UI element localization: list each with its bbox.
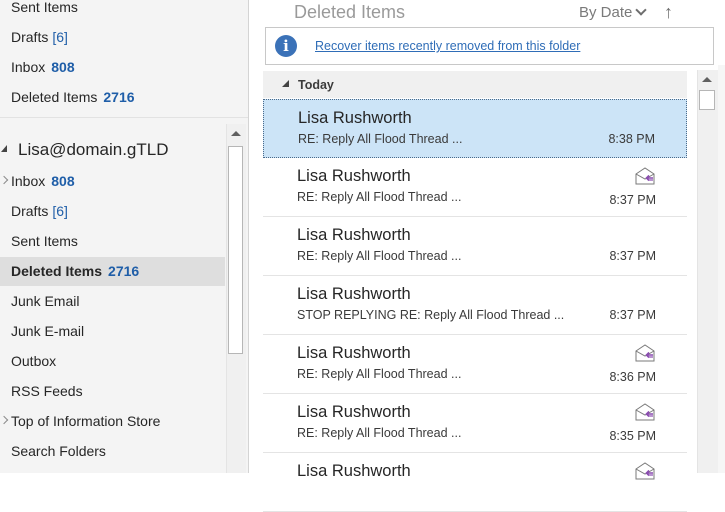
folder-pane: Lisa@domain.gTLD Sent ItemsDrafts6Inbox8… bbox=[0, 0, 248, 473]
message-subject: RE: Reply All Flood Thread ... bbox=[297, 426, 462, 440]
folder-label: Drafts bbox=[11, 29, 49, 45]
scroll-up-arrow-icon[interactable] bbox=[226, 124, 245, 144]
unread-count: 808 bbox=[51, 59, 75, 75]
message-row[interactable]: Lisa Rushworth RE: Reply All Flood Thread… bbox=[263, 217, 687, 276]
recover-items-link[interactable]: Recover items recently removed from this… bbox=[315, 38, 580, 54]
folder-label: Inbox bbox=[11, 59, 46, 75]
sender-name: Lisa Rushworth bbox=[297, 226, 411, 244]
reply-all-envelope-icon bbox=[635, 462, 655, 480]
folder-item-sent-items[interactable]: Sent Items bbox=[11, 0, 78, 16]
message-subject: STOP REPLYING RE: Reply All Flood Thread… bbox=[297, 308, 565, 322]
folder-item-search-folders[interactable]: Search Folders bbox=[11, 442, 106, 460]
scroll-up-arrow-icon[interactable] bbox=[697, 70, 717, 90]
received-time: 8:38 PM bbox=[608, 132, 655, 146]
folder-label: Inbox bbox=[11, 173, 46, 189]
sender-name: Lisa Rushworth bbox=[297, 462, 411, 480]
folder-label: Deleted Items bbox=[11, 263, 103, 279]
sort-direction-arrow-icon[interactable]: ↑ bbox=[664, 2, 673, 22]
message-row[interactable]: Lisa Rushworth STOP REPLYING RE: Reply Al… bbox=[263, 276, 687, 335]
scrollbar-thumb[interactable] bbox=[699, 90, 715, 110]
unread-count: 6 bbox=[52, 29, 68, 45]
message-list-scrollbar[interactable] bbox=[697, 70, 718, 473]
received-time: 8:35 PM bbox=[609, 429, 656, 443]
folder-item-rss-feeds[interactable]: RSS Feeds bbox=[11, 382, 83, 400]
reply-all-envelope-icon bbox=[635, 344, 655, 362]
folder-item-junk-e-mail[interactable]: Junk E-mail bbox=[11, 322, 84, 340]
message-row[interactable]: Lisa Rushworth RE: Reply All Flood Thread… bbox=[263, 158, 687, 217]
sender-name: Lisa Rushworth bbox=[297, 285, 411, 303]
unread-count: 2716 bbox=[103, 89, 135, 105]
message-subject: RE: Reply All Flood Thread ... bbox=[297, 249, 462, 263]
expand-chevron-icon[interactable] bbox=[0, 415, 9, 425]
message-subject: RE: Reply All Flood Thread ... bbox=[297, 367, 462, 381]
account-header[interactable]: Lisa@domain.gTLD bbox=[18, 139, 169, 161]
folder-item-outbox[interactable]: Outbox bbox=[11, 352, 56, 370]
unread-count: 6 bbox=[52, 203, 68, 219]
folder-label: Junk Email bbox=[11, 293, 80, 309]
unread-count: 808 bbox=[51, 173, 75, 189]
message-row[interactable]: Lisa Rushworth bbox=[263, 453, 687, 512]
received-time: 8:37 PM bbox=[609, 249, 656, 263]
sender-name: Lisa Rushworth bbox=[297, 167, 411, 185]
divider bbox=[0, 117, 248, 118]
folder-item-junk-email[interactable]: Junk Email bbox=[11, 292, 79, 310]
message-row[interactable]: Lisa Rushworth RE: Reply All Flood Thread… bbox=[263, 335, 687, 394]
info-icon: i bbox=[275, 35, 297, 57]
sender-name: Lisa Rushworth bbox=[298, 109, 412, 127]
message-row[interactable]: Lisa Rushworth RE: Reply All Flood Thread… bbox=[263, 394, 687, 453]
sort-by-dropdown[interactable]: By Date bbox=[579, 3, 632, 23]
folder-title: Deleted Items bbox=[294, 2, 406, 22]
sender-name: Lisa Rushworth bbox=[297, 344, 411, 362]
message-subject: RE: Reply All Flood Thread ... bbox=[297, 190, 462, 204]
collapse-caret-icon[interactable] bbox=[282, 80, 289, 87]
received-time: 8:37 PM bbox=[609, 193, 656, 207]
folder-item-drafts[interactable]: Drafts6 bbox=[11, 28, 68, 46]
folder-label: Sent Items bbox=[11, 0, 78, 15]
folder-label: Drafts bbox=[11, 203, 49, 219]
folder-label: Outbox bbox=[11, 353, 57, 369]
reply-all-envelope-icon bbox=[635, 167, 655, 185]
reading-pane-edge bbox=[718, 65, 725, 473]
message-subject: RE: Reply All Flood Thread ... bbox=[298, 132, 463, 146]
scrollbar-thumb[interactable] bbox=[228, 146, 243, 354]
sender-name: Lisa Rushworth bbox=[297, 403, 411, 421]
unread-count: 2716 bbox=[108, 263, 140, 279]
folder-item-deleted-items[interactable]: Deleted Items 2716 bbox=[11, 88, 135, 106]
folder-label: RSS Feeds bbox=[11, 383, 83, 399]
pane-divider[interactable] bbox=[248, 0, 249, 473]
folder-label: Deleted Items bbox=[11, 89, 98, 105]
received-time: 8:36 PM bbox=[609, 370, 656, 384]
folder-label: Top of Information Store bbox=[11, 413, 161, 429]
folder-item-deleted-items[interactable]: Deleted Items 2716 bbox=[11, 262, 139, 280]
message-row[interactable]: Lisa Rushworth RE: Reply All Flood Thread… bbox=[263, 99, 687, 158]
folder-label: Search Folders bbox=[11, 443, 106, 459]
folder-label: Sent Items bbox=[11, 233, 78, 249]
folder-item-inbox[interactable]: Inbox 808 bbox=[11, 58, 75, 76]
folder-item-top-of-information-store[interactable]: Top of Information Store bbox=[11, 412, 160, 430]
collapse-caret-icon[interactable] bbox=[1, 145, 7, 152]
folder-item-inbox[interactable]: Inbox 808 bbox=[11, 172, 75, 190]
folder-label: Junk E-mail bbox=[11, 323, 85, 339]
folder-item-drafts[interactable]: Drafts6 bbox=[11, 202, 68, 220]
date-group-label: Today bbox=[298, 78, 334, 92]
received-time: 8:37 PM bbox=[609, 308, 656, 322]
folder-item-sent-items[interactable]: Sent Items bbox=[11, 232, 78, 250]
reply-all-envelope-icon bbox=[635, 403, 655, 421]
expand-chevron-icon[interactable] bbox=[0, 175, 9, 185]
chevron-down-icon[interactable] bbox=[635, 4, 647, 16]
